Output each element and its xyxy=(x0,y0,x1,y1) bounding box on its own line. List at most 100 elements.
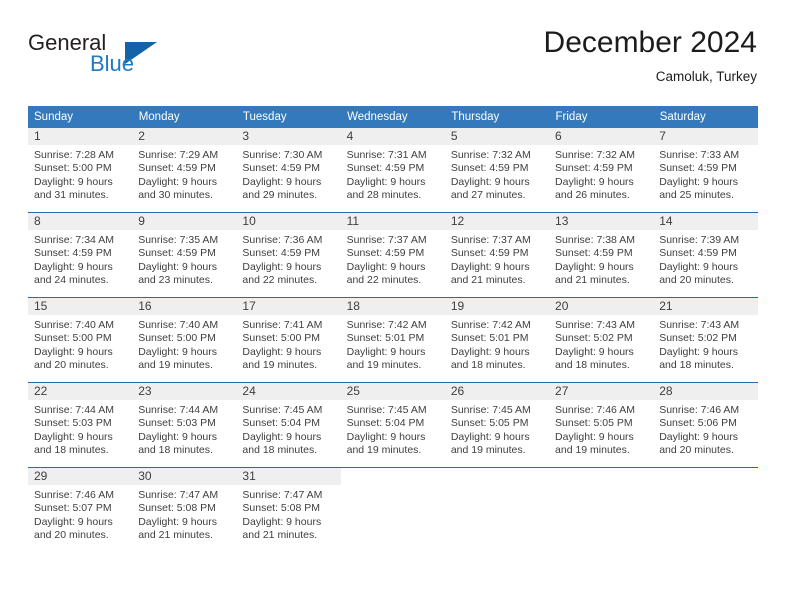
daylight-text-line2: and 18 minutes. xyxy=(659,359,734,372)
day-number: 3 xyxy=(236,128,341,145)
day-cell[interactable]: 16 Sunrise: 7:40 AM Sunset: 5:00 PM Dayligh… xyxy=(132,297,237,383)
day-details: Sunrise: 7:41 AM Sunset: 5:00 PM Daylight:… xyxy=(236,315,340,373)
day-cell[interactable]: 20 Sunrise: 7:43 AM Sunset: 5:02 PM Dayligh… xyxy=(549,297,654,383)
daylight-text-line2: and 20 minutes. xyxy=(659,444,734,457)
sunset-text: Sunset: 5:03 PM xyxy=(34,417,112,430)
sunset-text: Sunset: 5:03 PM xyxy=(138,417,216,430)
day-cell[interactable]: 9 Sunrise: 7:35 AM Sunset: 4:59 PM Daylight… xyxy=(132,212,237,298)
day-details: Sunrise: 7:40 AM Sunset: 5:00 PM Daylight:… xyxy=(28,315,132,373)
day-number: 12 xyxy=(444,213,550,230)
calendar-body: 1 Sunrise: 7:28 AM Sunset: 5:00 PM Daylight… xyxy=(28,128,758,552)
daylight-text-line2: and 21 minutes. xyxy=(242,529,318,542)
day-details: Sunrise: 7:38 AM Sunset: 4:59 PM Daylight:… xyxy=(549,230,653,288)
day-cell[interactable]: 25 Sunrise: 7:45 AM Sunset: 5:04 PM Dayligh… xyxy=(340,382,445,468)
day-cell[interactable]: 17 Sunrise: 7:41 AM Sunset: 5:00 PM Dayligh… xyxy=(236,297,341,383)
day-cell[interactable]: 18 Sunrise: 7:42 AM Sunset: 5:01 PM Dayligh… xyxy=(340,297,445,383)
day-number: 23 xyxy=(132,383,237,400)
daylight-text-line2: and 22 minutes. xyxy=(242,274,318,287)
sunset-text: Sunset: 4:59 PM xyxy=(659,162,737,175)
weekday-header-wednesday: Wednesday xyxy=(340,106,446,128)
daylight-text-line1: Daylight: 9 hours xyxy=(346,345,426,358)
sunrise-text: Sunrise: 7:45 AM xyxy=(450,404,531,416)
week-row: 29 Sunrise: 7:46 AM Sunset: 5:07 PM Dayligh… xyxy=(28,467,758,552)
day-cell[interactable]: 2 Sunrise: 7:29 AM Sunset: 4:59 PM Daylight… xyxy=(132,128,237,213)
daylight-text-line1: Daylight: 9 hours xyxy=(450,175,530,188)
day-number: 26 xyxy=(444,383,550,400)
daylight-text-line2: and 19 minutes. xyxy=(450,444,526,457)
day-cell[interactable]: 6 Sunrise: 7:32 AM Sunset: 4:59 PM Daylight… xyxy=(549,128,654,213)
daylight-text-line1: Daylight: 9 hours xyxy=(242,515,322,528)
day-cell[interactable]: 27 Sunrise: 7:46 AM Sunset: 5:05 PM Dayligh… xyxy=(549,382,654,468)
day-cell[interactable]: 26 Sunrise: 7:45 AM Sunset: 5:05 PM Dayligh… xyxy=(444,382,550,468)
day-details: Sunrise: 7:32 AM Sunset: 4:59 PM Daylight:… xyxy=(445,145,549,203)
month-calendar: Sunday Monday Tuesday Wednesday Thursday… xyxy=(28,106,759,552)
day-cell[interactable]: 14 Sunrise: 7:39 AM Sunset: 4:59 PM Dayligh… xyxy=(653,212,758,298)
day-number: 19 xyxy=(444,298,550,315)
day-cell[interactable]: 4 Sunrise: 7:31 AM Sunset: 4:59 PM Daylight… xyxy=(340,128,445,213)
daylight-text-line2: and 30 minutes. xyxy=(138,189,213,202)
daylight-text-line1: Daylight: 9 hours xyxy=(138,260,217,273)
sunrise-text: Sunrise: 7:42 AM xyxy=(450,319,531,331)
day-cell[interactable]: 11 Sunrise: 7:37 AM Sunset: 4:59 PM Dayligh… xyxy=(340,212,445,298)
day-number: 6 xyxy=(549,128,654,145)
day-cell[interactable]: 12 Sunrise: 7:37 AM Sunset: 4:59 PM Dayligh… xyxy=(444,212,550,298)
day-details: Sunrise: 7:37 AM Sunset: 4:59 PM Daylight:… xyxy=(341,230,445,288)
day-cell[interactable]: 15 Sunrise: 7:40 AM Sunset: 5:00 PM Dayligh… xyxy=(28,297,133,383)
day-details: Sunrise: 7:44 AM Sunset: 5:03 PM Daylight:… xyxy=(28,400,132,458)
sunrise-text: Sunrise: 7:37 AM xyxy=(450,234,531,246)
day-details: Sunrise: 7:30 AM Sunset: 4:59 PM Daylight:… xyxy=(236,145,340,203)
day-cell-empty xyxy=(549,467,654,552)
sunset-text: Sunset: 5:02 PM xyxy=(659,332,737,345)
daylight-text-line1: Daylight: 9 hours xyxy=(555,175,634,188)
daylight-text-line2: and 19 minutes. xyxy=(138,359,213,372)
day-cell[interactable]: 3 Sunrise: 7:30 AM Sunset: 4:59 PM Daylight… xyxy=(236,128,341,213)
day-cell[interactable]: 22 Sunrise: 7:44 AM Sunset: 5:03 PM Dayligh… xyxy=(28,382,133,468)
sunrise-text: Sunrise: 7:43 AM xyxy=(555,319,635,331)
day-cell[interactable]: 10 Sunrise: 7:36 AM Sunset: 4:59 PM Dayligh… xyxy=(236,212,341,298)
page-title: December 2024 xyxy=(543,26,757,59)
page-header: General Blue December 2024 Camoluk, Turk… xyxy=(28,26,757,100)
day-number: 9 xyxy=(132,213,237,230)
day-cell[interactable]: 5 Sunrise: 7:32 AM Sunset: 4:59 PM Daylight… xyxy=(444,128,550,213)
daylight-text-line1: Daylight: 9 hours xyxy=(138,430,217,443)
sunrise-text: Sunrise: 7:46 AM xyxy=(34,489,114,501)
day-cell[interactable]: 1 Sunrise: 7:28 AM Sunset: 5:00 PM Daylight… xyxy=(28,128,133,213)
weekday-header-tuesday: Tuesday xyxy=(236,106,342,128)
day-cell[interactable]: 21 Sunrise: 7:43 AM Sunset: 5:02 PM Dayligh… xyxy=(653,297,758,383)
day-cell[interactable]: 28 Sunrise: 7:46 AM Sunset: 5:06 PM Dayligh… xyxy=(653,382,758,468)
day-cell[interactable]: 19 Sunrise: 7:42 AM Sunset: 5:01 PM Dayligh… xyxy=(444,297,550,383)
daylight-text-line1: Daylight: 9 hours xyxy=(659,175,739,188)
sunset-text: Sunset: 4:59 PM xyxy=(450,247,529,260)
sunset-text: Sunset: 5:08 PM xyxy=(138,502,216,515)
general-blue-logo[interactable]: General Blue xyxy=(28,30,208,86)
day-number: 13 xyxy=(549,213,654,230)
day-cell[interactable]: 7 Sunrise: 7:33 AM Sunset: 4:59 PM Daylight… xyxy=(653,128,758,213)
sunset-text: Sunset: 5:01 PM xyxy=(450,332,529,345)
sunset-text: Sunset: 5:06 PM xyxy=(659,417,737,430)
daylight-text-line2: and 18 minutes. xyxy=(34,444,109,457)
weekday-header-saturday: Saturday xyxy=(653,106,759,128)
day-cell-empty xyxy=(653,467,758,552)
daylight-text-line2: and 21 minutes. xyxy=(555,274,630,287)
daylight-text-line2: and 23 minutes. xyxy=(138,274,213,287)
weekday-header-friday: Friday xyxy=(549,106,654,128)
day-cell[interactable]: 29 Sunrise: 7:46 AM Sunset: 5:07 PM Dayligh… xyxy=(28,467,133,552)
day-cell[interactable]: 31 Sunrise: 7:47 AM Sunset: 5:08 PM Dayligh… xyxy=(236,467,341,552)
day-cell[interactable]: 30 Sunrise: 7:47 AM Sunset: 5:08 PM Dayligh… xyxy=(132,467,237,552)
day-cell[interactable]: 24 Sunrise: 7:45 AM Sunset: 5:04 PM Dayligh… xyxy=(236,382,341,468)
sunrise-text: Sunrise: 7:37 AM xyxy=(346,234,427,246)
daylight-text-line1: Daylight: 9 hours xyxy=(34,430,113,443)
day-cell[interactable]: 13 Sunrise: 7:38 AM Sunset: 4:59 PM Dayligh… xyxy=(549,212,654,298)
day-number xyxy=(549,468,653,485)
sunrise-text: Sunrise: 7:45 AM xyxy=(346,404,427,416)
day-details: Sunrise: 7:32 AM Sunset: 4:59 PM Daylight:… xyxy=(549,145,653,203)
day-details: Sunrise: 7:45 AM Sunset: 5:05 PM Daylight:… xyxy=(445,400,549,458)
day-number: 2 xyxy=(132,128,237,145)
day-cell[interactable]: 23 Sunrise: 7:44 AM Sunset: 5:03 PM Dayligh… xyxy=(132,382,237,468)
sunrise-text: Sunrise: 7:32 AM xyxy=(555,149,635,161)
sunset-text: Sunset: 5:00 PM xyxy=(34,332,112,345)
daylight-text-line2: and 19 minutes. xyxy=(346,444,422,457)
sunrise-text: Sunrise: 7:34 AM xyxy=(34,234,114,246)
sunrise-text: Sunrise: 7:47 AM xyxy=(138,489,219,501)
day-cell[interactable]: 8 Sunrise: 7:34 AM Sunset: 4:59 PM Daylight… xyxy=(28,212,133,298)
